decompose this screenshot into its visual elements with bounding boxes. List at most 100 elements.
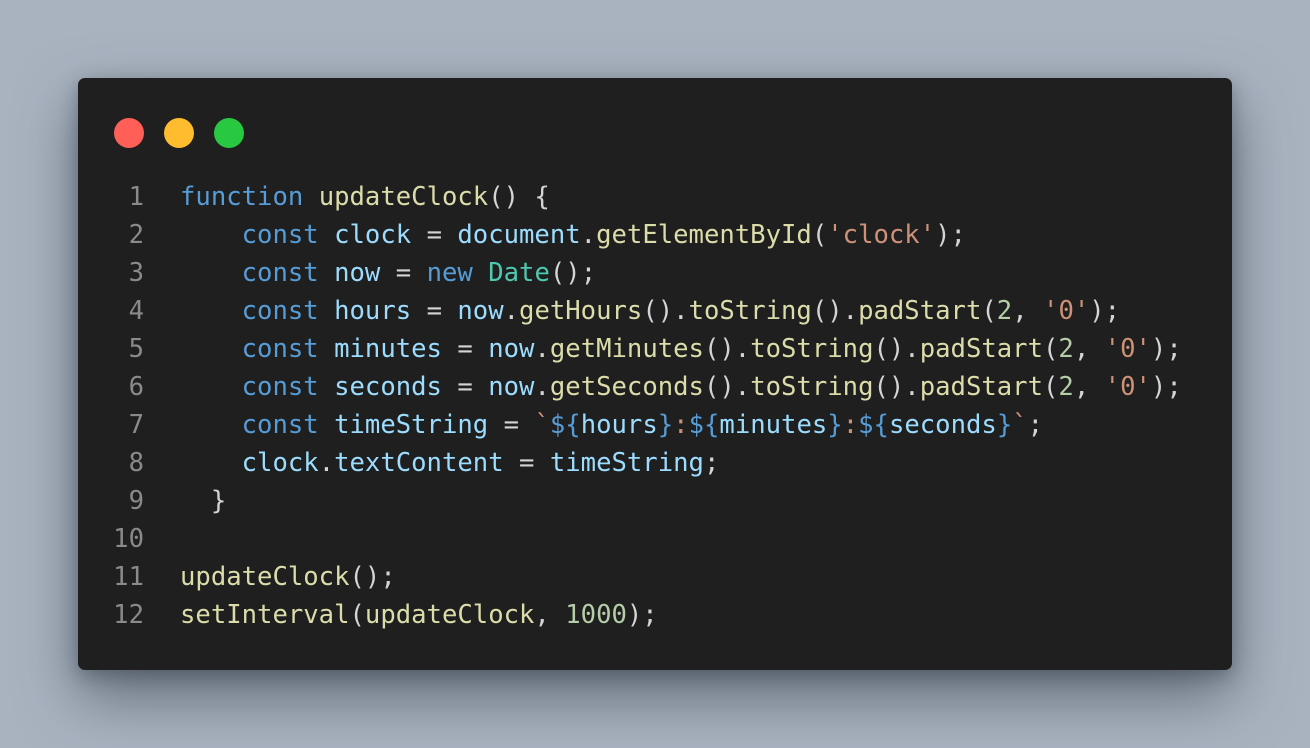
code-line: 12 setInterval(updateClock, 1000); bbox=[78, 596, 1232, 634]
code-token: padStart bbox=[919, 372, 1043, 402]
code-token: = bbox=[380, 258, 427, 288]
line-source: function updateClock() { bbox=[180, 178, 550, 216]
code-token: ( bbox=[1043, 334, 1059, 364]
code-line: 5 const minutes = now.getMinutes().toStr… bbox=[78, 330, 1232, 368]
code-token: ( bbox=[981, 296, 997, 326]
code-token: getSeconds bbox=[549, 372, 704, 402]
code-token: = bbox=[488, 410, 535, 440]
code-token: timeString bbox=[334, 410, 489, 440]
code-token: (). bbox=[703, 334, 751, 364]
code-token: const bbox=[241, 372, 319, 402]
code-token: (); bbox=[349, 562, 396, 592]
code-token: 2 bbox=[1058, 334, 1074, 364]
maximize-dot-icon[interactable] bbox=[214, 118, 244, 148]
code-token: ` bbox=[534, 410, 550, 440]
code-token: (). bbox=[642, 296, 689, 326]
line-number: 1 bbox=[128, 182, 144, 212]
line-number: 12 bbox=[113, 600, 144, 630]
code-token: Date bbox=[488, 258, 550, 288]
code-token: ( bbox=[1043, 372, 1059, 402]
code-token: : bbox=[842, 410, 859, 440]
code-token: = bbox=[441, 334, 489, 364]
line-source: const now = new Date(); bbox=[180, 254, 596, 292]
code-token: hours bbox=[334, 296, 412, 326]
code-token: = bbox=[441, 372, 489, 402]
code-token: const bbox=[241, 258, 319, 288]
code-token: minutes bbox=[334, 334, 442, 364]
code-token: , bbox=[534, 600, 566, 630]
code-token: now bbox=[488, 334, 535, 364]
code-line: 3 const now = new Date(); bbox=[78, 254, 1232, 292]
code-token: const bbox=[241, 334, 319, 364]
close-dot-icon[interactable] bbox=[114, 118, 144, 148]
code-token: now bbox=[488, 372, 535, 402]
code-token: minutes bbox=[719, 410, 828, 440]
code-token: toString bbox=[750, 334, 874, 364]
line-source: const clock = document.getElementById('c… bbox=[180, 216, 966, 254]
code-token: , bbox=[1073, 372, 1105, 402]
code-token: 2 bbox=[996, 296, 1013, 326]
code-token: getElementById bbox=[596, 220, 812, 250]
line-source: } bbox=[180, 482, 226, 520]
line-number: 9 bbox=[128, 486, 144, 516]
code-token: padStart bbox=[919, 334, 1043, 364]
code-token: = bbox=[411, 296, 458, 326]
code-token: ); bbox=[1089, 296, 1121, 326]
code-token: toString bbox=[688, 296, 812, 326]
code-token: toString bbox=[750, 372, 874, 402]
code-token: 'clock' bbox=[827, 220, 936, 250]
code-token: . bbox=[318, 448, 335, 478]
code-token: setInterval bbox=[180, 600, 350, 630]
code-token: ` bbox=[1012, 410, 1028, 440]
code-token: clock bbox=[334, 220, 412, 250]
code-token: updateClock bbox=[364, 600, 535, 630]
code-token: const bbox=[241, 296, 319, 326]
code-token: (); bbox=[549, 258, 597, 288]
code-token: : bbox=[673, 410, 689, 440]
line-number: 7 bbox=[128, 410, 144, 440]
code-token: (). bbox=[703, 372, 751, 402]
line-source: setInterval(updateClock, 1000); bbox=[180, 596, 658, 634]
code-line: 8 clock.textContent = timeString; bbox=[78, 444, 1232, 482]
code-token: '0' bbox=[1104, 334, 1151, 364]
code-token: function bbox=[180, 182, 304, 212]
code-token: 1000 bbox=[565, 600, 627, 630]
code-token: seconds bbox=[888, 410, 997, 440]
line-number: 2 bbox=[128, 220, 144, 250]
code-token: updateClock bbox=[180, 562, 350, 592]
line-source: const minutes = now.getMinutes().toStrin… bbox=[180, 330, 1182, 368]
code-line: 2 const clock = document.getElementById(… bbox=[78, 216, 1232, 254]
line-number: 5 bbox=[128, 334, 144, 364]
code-token: ); bbox=[1150, 334, 1182, 364]
code-token: ${ bbox=[858, 410, 889, 440]
line-number: 3 bbox=[128, 258, 144, 288]
code-token: now bbox=[457, 296, 504, 326]
code-token: updateClock bbox=[318, 182, 489, 212]
code-line: 6 const seconds = now.getSeconds().toStr… bbox=[78, 368, 1232, 406]
code-token: () { bbox=[488, 182, 550, 212]
code-line: 9 } bbox=[78, 482, 1232, 520]
code-token: ); bbox=[1150, 372, 1182, 402]
line-source: updateClock(); bbox=[180, 558, 396, 596]
code-token: document bbox=[457, 220, 581, 250]
line-number: 6 bbox=[128, 372, 144, 402]
minimize-dot-icon[interactable] bbox=[164, 118, 194, 148]
code-token: seconds bbox=[334, 372, 442, 402]
code-token: const bbox=[241, 410, 319, 440]
code-token: , bbox=[1012, 296, 1044, 326]
line-number: 4 bbox=[128, 296, 144, 326]
code-token: ( bbox=[811, 220, 828, 250]
code-token: } bbox=[210, 486, 227, 516]
code-token: (). bbox=[873, 334, 920, 364]
window-controls bbox=[114, 118, 244, 148]
code-token: } bbox=[657, 410, 674, 440]
